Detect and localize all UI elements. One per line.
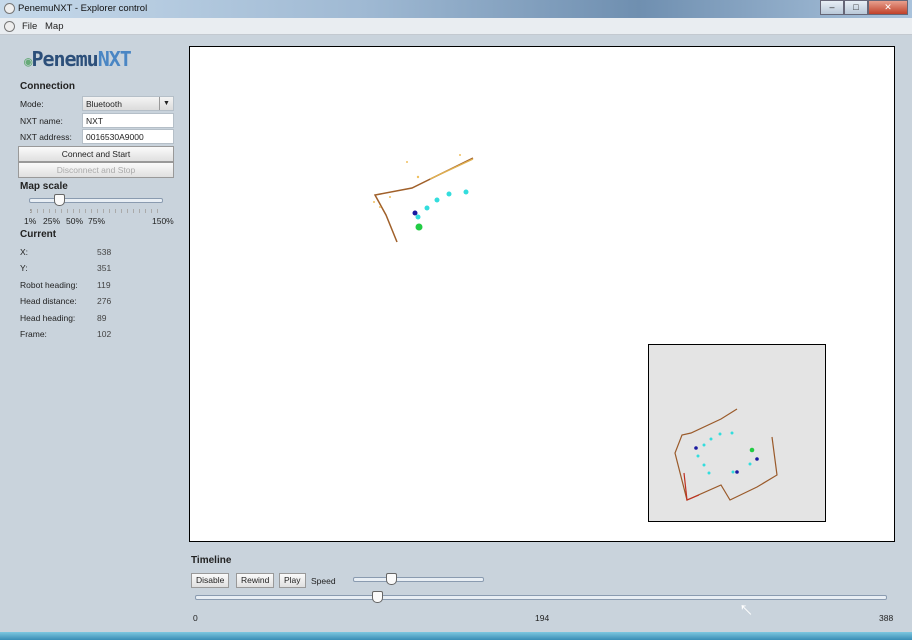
speed-label: Speed [311,576,336,586]
head-distance-label: Head distance: [20,296,77,306]
map-scale-thumb[interactable] [54,194,65,206]
rewind-button[interactable]: Rewind [236,573,275,588]
disconnect-button[interactable]: Disconnect and Stop [18,162,174,178]
map-scale-slider[interactable] [29,198,163,203]
head-heading-value: 89 [97,313,107,323]
robot-path [415,189,469,220]
close-button[interactable]: ✕ [868,0,908,15]
current-heading: Current [20,229,57,240]
minimap[interactable] [648,344,826,522]
connect-button[interactable]: Connect and Start [18,146,174,162]
scale-tick: 1% [24,216,37,226]
menu-file[interactable]: File [22,21,37,32]
minimap-path [696,431,752,475]
map-walls [373,157,474,243]
current-position-marker [415,223,423,231]
play-button[interactable]: Play [279,573,306,588]
nxt-address-input[interactable]: 0016530A9000 [82,129,174,144]
scale-tick: 75% [88,216,106,226]
app-icon [4,3,15,14]
taskbar [0,632,912,640]
robot-marker [412,210,418,216]
x-label: X: [20,247,29,257]
mode-label: Mode: [20,99,44,109]
head-distance-value: 276 [97,296,112,306]
timeline-max-label: 388 [879,613,894,623]
mode-select[interactable]: Bluetooth ▼ [82,96,174,111]
minimap-walls [674,408,778,501]
minimap-drawing [674,408,778,501]
timeline-slider[interactable] [195,595,887,600]
menu-bar: File Map [0,18,912,35]
timeline-thumb[interactable] [371,591,383,603]
menu-app-icon[interactable] [4,21,15,32]
nxt-address-label: NXT address: [20,132,72,142]
minimap-robot-markers [694,446,759,474]
speed-slider[interactable] [353,577,484,582]
scale-tick: 50% [66,216,84,226]
window-title: PenemuNXT - Explorer control [18,3,148,14]
disable-button[interactable]: Disable [191,573,230,588]
nxt-name-input[interactable]: NXT [82,113,174,128]
timeline-mid-label: 194 [535,613,550,623]
minimap-current-marker [749,447,755,453]
connection-heading: Connection [20,81,75,92]
scale-tick: 25% [43,216,61,226]
x-value: 538 [97,247,112,257]
maximize-button[interactable]: □ [844,0,868,15]
timeline-min-label: 0 [193,613,198,623]
sensor-dots [373,154,461,208]
frame-label: Frame: [20,329,47,339]
head-heading-label: Head heading: [20,313,76,323]
y-label: Y: [20,263,28,273]
chevron-down-icon[interactable]: ▼ [159,97,173,110]
frame-value: 102 [97,329,112,339]
timeline-heading: Timeline [191,555,232,566]
control-panel: ◉PenemuNXT Connection Mode: Bluetooth ▼ N… [0,35,186,632]
menu-map[interactable]: Map [45,21,63,32]
map-scale-ticks [30,209,162,213]
speed-thumb[interactable] [385,573,397,585]
title-bar: PenemuNXT - Explorer control – □ ✕ [0,0,912,18]
scale-tick: 150% [152,216,174,226]
robot-heading-label: Robot heading: [20,280,78,290]
nxt-name-label: NXT name: [20,116,63,126]
y-value: 351 [97,263,112,273]
minimize-button[interactable]: – [820,0,844,15]
robot-heading-value: 119 [97,280,111,290]
penemunxt-logo: ◉PenemuNXT [24,47,132,71]
map-scale-heading: Map scale [20,181,68,192]
